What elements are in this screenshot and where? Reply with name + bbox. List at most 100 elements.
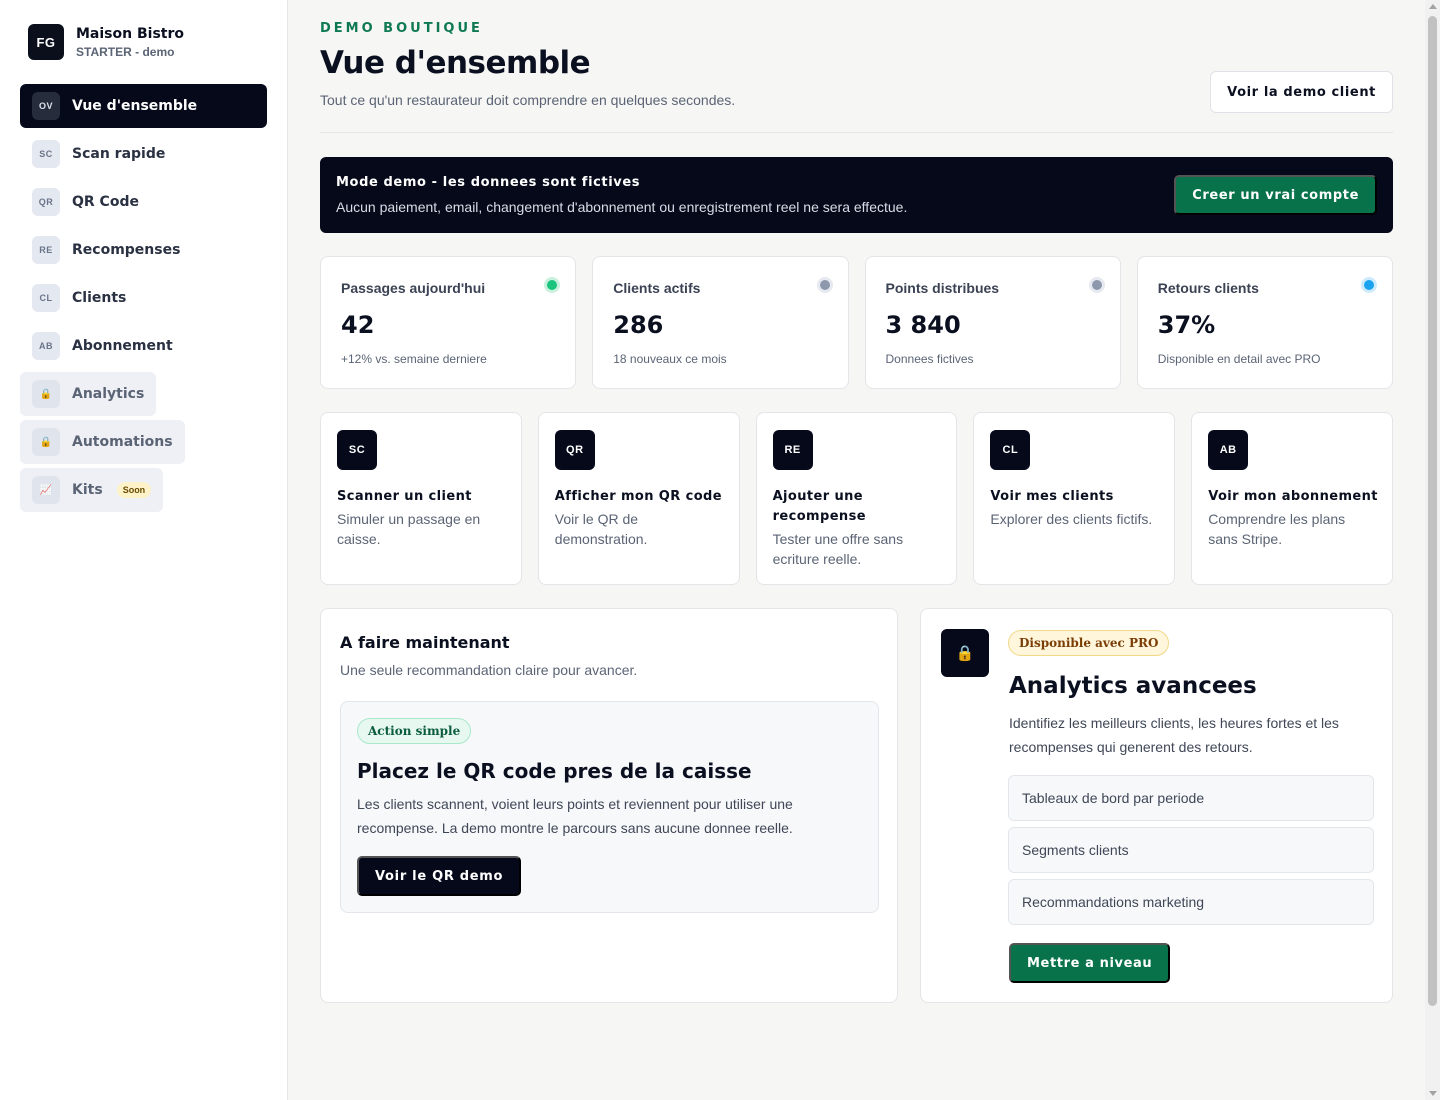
overview-icon: OV [32,92,60,120]
todo-subtitle: Une seule recommandation claire pour ava… [340,662,638,678]
page-scrollbar[interactable] [1425,0,1440,1100]
stat-label: Points distribues [885,280,1000,296]
sidebar-item-rewards[interactable]: RE Recompenses [20,228,267,272]
recommendation-title: Placez le QR code pres de la caisse [357,759,752,783]
create-account-button[interactable]: Creer un vrai compte [1174,175,1377,215]
qr-icon: QR [32,188,60,216]
stat-value: 3 840 [885,311,961,339]
pro-feature-item: Recommandations marketing [1008,879,1374,925]
page-eyebrow: DEMO BOUTIQUE [320,21,483,36]
stat-value: 37% [1157,311,1216,339]
sidebar-item-automations[interactable]: 🔒 Automations [20,420,185,464]
stat-note: 18 nouveaux ce mois [613,352,727,366]
rewards-icon: RE [772,430,813,470]
sidebar-nav: OV Vue d'ensemble SC Scan rapide QR QR C… [20,84,267,516]
stat-card-returns: Retours clients 37% Disponible en detail… [1136,256,1393,389]
pro-feature-item: Segments clients [1008,827,1374,873]
stat-card-visits: Passages aujourd'hui 42 +12% vs. semaine… [320,256,577,389]
stat-value: 286 [613,311,664,339]
soon-badge: Soon [116,482,152,498]
upgrade-button[interactable]: Mettre a niveau [1009,943,1171,983]
action-card-view-subscription[interactable]: AB Voir mon abonnement Comprendre les pl… [1191,412,1393,585]
action-title: Voir mon abonnement [1208,489,1378,504]
brand-plan: STARTER - demo [76,44,175,59]
view-qr-demo-button[interactable]: Voir le QR demo [357,856,522,896]
page-title: Vue d'ensemble [320,45,591,81]
stat-label: Passages aujourd'hui [341,280,486,296]
sidebar-item-overview[interactable]: OV Vue d'ensemble [20,84,267,128]
lock-icon: 🔒 [941,629,989,677]
action-card-view-clients[interactable]: CL Voir mes clients Explorer des clients… [973,412,1176,585]
lock-icon: 🔒 [32,380,60,408]
demo-mode-banner: Mode demo - les donnees sont fictives Au… [320,157,1393,233]
stat-card-points: Points distribues 3 840 Donnees fictives [864,256,1121,389]
pro-analytics-card: 🔒 Disponible avec PRO Analytics avancees… [920,608,1393,1003]
scan-icon: SC [32,140,60,168]
stat-label: Retours clients [1157,280,1259,296]
sidebar-item-subscription[interactable]: AB Abonnement [20,324,267,368]
sidebar-item-analytics[interactable]: 🔒 Analytics [20,372,157,416]
sidebar: FG Maison Bistro STARTER - demo OV Vue d… [0,0,288,1100]
sidebar-item-label: Abonnement [72,338,173,354]
subscription-icon: AB [1208,430,1249,470]
action-card-show-qr[interactable]: QR Afficher mon QR code Voir le QR de de… [537,412,740,585]
action-card-add-reward[interactable]: RE Ajouter une recompense Tester une off… [755,412,958,585]
stat-card-active-clients: Clients actifs 286 18 nouveaux ce mois [592,256,849,389]
demo-client-button[interactable]: Voir la demo client [1210,71,1393,113]
action-description: Explorer des clients fictifs. [990,511,1153,527]
clients-icon: CL [32,284,60,312]
action-title: Voir mes clients [990,489,1114,504]
sidebar-item-label: Kits [72,482,103,498]
scroll-up-icon[interactable] [1429,4,1437,9]
sidebar-item-label: Recompenses [72,242,181,258]
brand-name: Maison Bistro [76,25,184,42]
pro-feature-item: Tableaux de bord par periode [1008,775,1374,821]
status-dot [819,280,830,290]
scrollbar-thumb[interactable] [1428,16,1437,1006]
action-title: Ajouter une recompense [772,489,866,524]
action-description: Comprendre les plans sans Stripe. [1208,511,1346,547]
sidebar-item-label: Scan rapide [72,146,166,162]
recommendation-card: Action simple Placez le QR code pres de … [340,701,879,913]
todo-title: A faire maintenant [340,633,510,652]
banner-title: Mode demo - les donnees sont fictives [336,175,641,190]
todo-card: A faire maintenant Une seule recommandat… [320,608,898,1003]
stats-row: Passages aujourd'hui 42 +12% vs. semaine… [320,256,1393,389]
status-dot [1364,280,1374,290]
action-badge: Action simple [357,718,472,744]
sidebar-item-kits[interactable]: 📈 Kits Soon [20,468,164,512]
scan-icon: SC [337,430,377,470]
sidebar-item-label: Clients [72,290,127,306]
action-description: Tester une offre sans ecriture reelle. [772,531,904,567]
qr-icon: QR [554,430,595,470]
action-card-scan-client[interactable]: SC Scanner un client Simuler un passage … [320,412,522,585]
stat-note: Disponible en detail avec PRO [1157,352,1321,366]
scroll-down-icon[interactable] [1429,1091,1437,1096]
sidebar-item-clients[interactable]: CL Clients [20,276,267,320]
stat-value: 42 [341,311,375,339]
action-description: Simuler un passage en caisse. [337,511,481,547]
quick-actions: SC Scanner un client Simuler un passage … [320,412,1393,585]
stat-label: Clients actifs [613,280,701,296]
action-description: Voir le QR de demonstration. [554,511,648,547]
rewards-icon: RE [32,236,60,264]
pro-description: Identifiez les meilleurs clients, les he… [1009,715,1339,755]
lock-icon: 🔒 [32,428,60,456]
subscription-icon: AB [32,332,60,360]
action-title: Afficher mon QR code [554,489,722,504]
recommendation-description: Les clients scannent, voient leurs point… [357,796,793,836]
sidebar-item-label: QR Code [72,194,139,210]
page-subtitle: Tout ce qu'un restaurateur doit comprend… [320,92,736,108]
sidebar-item-label: Automations [72,434,173,450]
sidebar-item-label: Vue d'ensemble [72,98,198,114]
sidebar-item-label: Analytics [72,386,145,402]
sidebar-item-qr-code[interactable]: QR QR Code [20,180,267,224]
stat-note: Donnees fictives [885,352,974,366]
sidebar-item-scan[interactable]: SC Scan rapide [20,132,267,176]
pro-badge: Disponible avec PRO [1008,630,1170,656]
pro-title: Analytics avancees [1009,673,1257,699]
banner-description: Aucun paiement, email, changement d'abon… [336,199,908,215]
brand: FG Maison Bistro STARTER - demo [28,24,184,60]
stat-note: +12% vs. semaine derniere [341,352,487,366]
chart-icon: 📈 [32,476,60,504]
